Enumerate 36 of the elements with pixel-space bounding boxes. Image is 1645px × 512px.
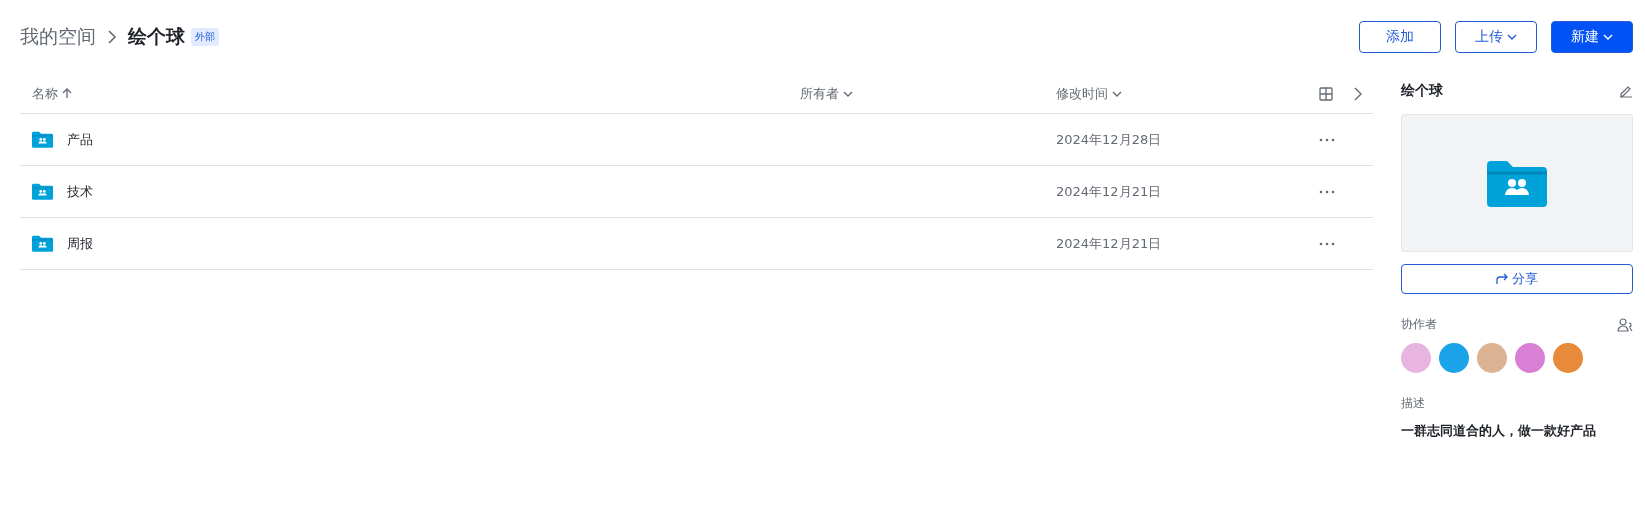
folder-name[interactable]: 产品 [20, 130, 800, 149]
more-icon[interactable] [1319, 241, 1335, 246]
action-button[interactable]: 新建 [1551, 21, 1633, 53]
current-folder-title: 绘个球 [128, 24, 185, 49]
panel-title: 绘个球 [1401, 82, 1443, 100]
chevron-right-icon [106, 29, 118, 45]
action-button[interactable]: 添加 [1359, 21, 1441, 53]
edit-icon[interactable] [1619, 84, 1633, 98]
action-button[interactable]: 上传 [1455, 21, 1537, 53]
shared-folder-icon [32, 235, 53, 252]
share-button[interactable]: 分享 [1401, 264, 1633, 294]
column-header[interactable]: 修改时间 [1056, 84, 1319, 103]
description-text: 一群志同道合的人，做一款好产品 [1401, 422, 1597, 440]
section-label: 描述 [1401, 395, 1425, 412]
shared-folder-icon [32, 183, 53, 200]
section-label: 协作者 [1401, 316, 1437, 333]
people-icon[interactable] [1617, 317, 1633, 332]
folder-name[interactable]: 技术 [20, 182, 800, 201]
more-icon[interactable] [1319, 137, 1335, 142]
grid-view-icon[interactable] [1319, 86, 1333, 101]
shared-folder-icon [32, 131, 53, 148]
share-icon [1496, 273, 1508, 285]
more-icon[interactable] [1319, 189, 1335, 194]
column-header[interactable]: 所有者 [800, 84, 1056, 103]
collaborator-avatar[interactable] [1553, 343, 1583, 373]
collaborator-avatar[interactable] [1515, 343, 1545, 373]
external-tag: 外部 [191, 28, 219, 46]
modified-date: 2024年12月21日 [1056, 182, 1163, 201]
modified-date: 2024年12月21日 [1056, 234, 1163, 253]
breadcrumb-link[interactable]: 我的空间 [20, 24, 96, 50]
collaborator-avatar[interactable] [1439, 343, 1469, 373]
shared-folder-icon [1487, 159, 1547, 207]
modified-date: 2024年12月28日 [1056, 130, 1163, 149]
folder-name[interactable]: 周报 [20, 234, 800, 253]
column-header[interactable]: 名称 [20, 84, 800, 103]
chevron-right-icon[interactable] [1353, 86, 1363, 101]
